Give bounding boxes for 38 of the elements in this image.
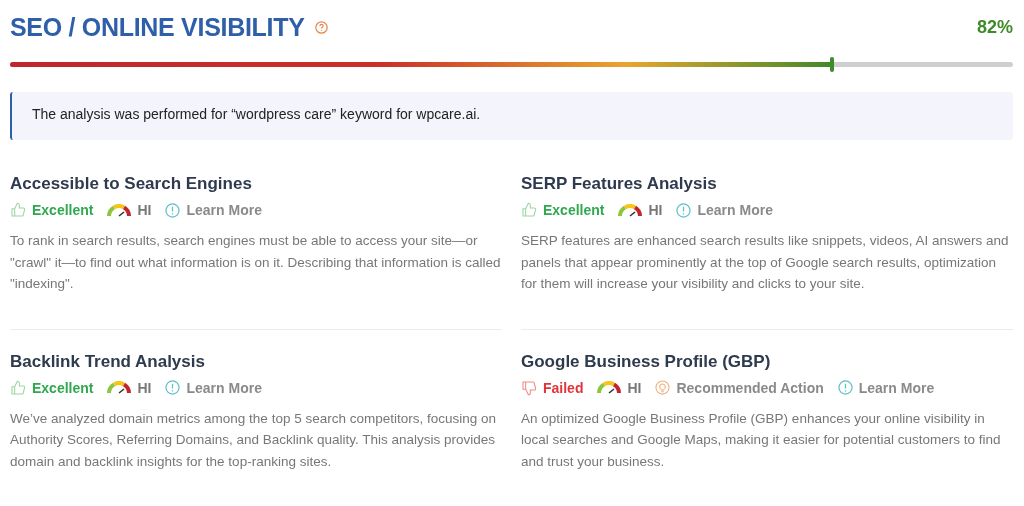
thumbs-down-icon bbox=[521, 379, 537, 396]
lightbulb-icon bbox=[655, 380, 671, 395]
priority-label: HI bbox=[648, 202, 663, 218]
info-icon bbox=[165, 380, 181, 395]
status-label: Failed bbox=[543, 379, 584, 396]
learn-more-link[interactable]: Learn More bbox=[858, 379, 935, 396]
check-description: An optimized Google Business Profile (GBP) enhances your online visibility in local searches and Google Maps, making it easier for potential customers to find and trust your business. bbox=[521, 409, 1002, 471]
thumbs-up-icon bbox=[521, 202, 537, 218]
priority-label: HI bbox=[137, 202, 152, 218]
check-title: SERP Features Analysis bbox=[521, 174, 718, 194]
priority-label: HI bbox=[137, 379, 152, 396]
thumbs-up-icon bbox=[10, 202, 26, 218]
help-icon[interactable] bbox=[314, 20, 328, 34]
gauge-icon bbox=[107, 203, 132, 217]
learn-more-link[interactable]: Learn More bbox=[186, 202, 262, 218]
info-icon bbox=[165, 202, 181, 218]
analysis-note: The analysis was performed for “wordpress care” keyword for wpcare.ai. bbox=[10, 92, 1013, 140]
learn-more-link[interactable]: Learn More bbox=[697, 202, 773, 218]
check-description: We’ve analyzed domain metrics among the top 5 search competitors, focusing on Authority Scores, Referring Domains, and Backlink quality. This analysis provides domain and backlink insights for the top-ranking sites. bbox=[10, 409, 497, 471]
section-title: SEO / ONLINE VISIBILITY bbox=[10, 12, 305, 42]
check-title: Backlink Trend Analysis bbox=[10, 351, 206, 372]
info-icon bbox=[837, 380, 853, 395]
thumbs-up-icon bbox=[10, 379, 26, 396]
status-label: Excellent bbox=[32, 379, 94, 396]
gauge-icon bbox=[597, 381, 622, 394]
check-description: To rank in search results, search engines must be able to access your site—or "crawl" it—to find out what information is on it. Describing that information is called "indexing". bbox=[10, 232, 502, 293]
check-title: Google Business Profile (GBP) bbox=[521, 351, 772, 372]
info-icon bbox=[676, 202, 692, 218]
gauge-icon bbox=[107, 381, 132, 394]
priority-label: HI bbox=[627, 379, 642, 396]
status-label: Excellent bbox=[543, 202, 605, 218]
check-description: SERP features are enhanced search results like snippets, videos, AI answers and panels that appear prominently at the top of Google search results, optimization for them will increase your visibility and clicks to your site. bbox=[521, 232, 1010, 293]
status-label: Excellent bbox=[32, 202, 94, 218]
recommended-action-link[interactable]: Recommended Action bbox=[676, 379, 824, 396]
learn-more-link[interactable]: Learn More bbox=[186, 379, 262, 396]
score-value: 82% bbox=[976, 16, 1013, 38]
check-title: Accessible to Search Engines bbox=[10, 174, 253, 194]
gauge-icon bbox=[618, 203, 643, 217]
